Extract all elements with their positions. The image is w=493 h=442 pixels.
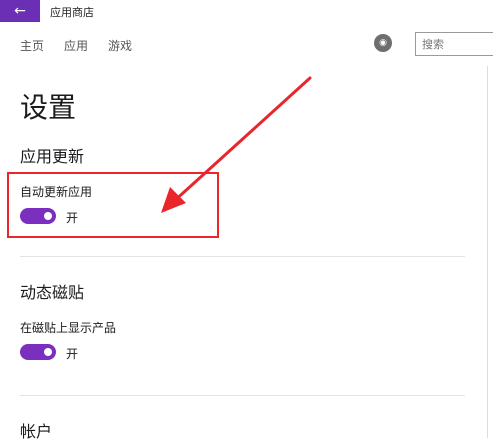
annotation-arrow-icon: [161, 76, 312, 213]
